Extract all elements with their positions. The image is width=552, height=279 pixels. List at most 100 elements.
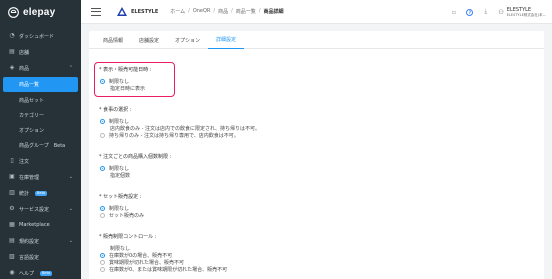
sidebar-subitem-label: 商品セット — [19, 98, 45, 104]
product-detail-card: 商品情報 店舗設定 オプション 詳細設定 * 表示・販売可能日時 : 制限なし … — [89, 31, 544, 279]
max-per-order-label: * 注文ごとの商品購入個数制限 : — [99, 154, 172, 160]
sidebar-item-orders[interactable]: ▯ 注文 — [0, 153, 81, 169]
chevron-down-icon: ⌄ — [68, 174, 73, 180]
meal-choice-option-dine-in[interactable]: 店内飲食のみ - 注文は店内での飲食に限定され、持ち帰りは不可。 — [99, 125, 260, 132]
sales-control-option-stock-zero[interactable]: 在庫数が0の場合、販売不可 — [100, 252, 227, 259]
breadcrumb-products[interactable]: 商品 — [218, 8, 228, 15]
sidebar-item-terms[interactable]: ▤ 規約設定 ⌄ — [0, 233, 81, 249]
sidebar-item-label: ダッシュボード — [19, 33, 55, 40]
sidebar-subitem-product-groups[interactable]: 商品グループ Beta — [0, 138, 81, 153]
sidebar-item-label: 商品 — [19, 65, 30, 72]
sidebar-item-products[interactable]: ◈ 商品 ⌃ — [0, 60, 81, 76]
settings-icon: ⚙ — [9, 205, 15, 212]
radio-unselected-icon — [100, 260, 105, 265]
blank-icon[interactable]: ▫ — [450, 9, 457, 16]
breadcrumb: ホーム / OneQR / 商品 / 商品一覧 / 商品詳細 — [170, 8, 283, 15]
sidebar-subitem-product-sets[interactable]: 商品セット — [0, 93, 81, 108]
document-icon: ▤ — [9, 237, 15, 244]
chevron-down-icon: ⌄ — [68, 238, 73, 244]
radio-label: 制限なし — [109, 166, 130, 172]
max-per-order-option-specified[interactable]: 指定個数 — [99, 172, 171, 179]
sidebar-item-dashboard[interactable]: ◔ ダッシュボード — [0, 28, 81, 44]
brand-logo[interactable]: elepay — [0, 0, 81, 24]
help-circle-icon[interactable]: ? — [466, 8, 474, 16]
sidebar-item-label: 在庫管理 — [19, 174, 40, 181]
radio-selected-icon — [100, 206, 105, 211]
breadcrumb-product-list[interactable]: 商品一覧 — [236, 8, 256, 15]
radio-unselected-icon — [100, 133, 105, 138]
display-period-option-unlimited[interactable]: 制限なし — [100, 78, 151, 85]
sidebar-item-label: ヘルプ — [19, 270, 35, 277]
sidebar-item-label: Marketplace — [19, 222, 50, 228]
radio-unselected-icon — [100, 213, 105, 218]
beta-badge: Beta — [53, 142, 66, 149]
sidebar-item-label: サービス設定 — [19, 206, 50, 213]
header-actions: ▫ ? ⤓ ⚇ ELESTYLE ELESTYLE株式会社(本... — [450, 0, 552, 24]
sales-control-option-stock-or-expired[interactable]: 在庫数が0、または賞味期限が切れた場合、販売不可 — [100, 266, 227, 273]
meal-choice-label: * 食事の選択 : — [99, 107, 132, 113]
sidebar-subitem-categories[interactable]: カテゴリー — [0, 108, 81, 123]
chevron-down-icon: ⌄ — [68, 206, 73, 212]
radio-selected-icon — [100, 166, 105, 171]
dashboard-icon: ◔ — [9, 32, 15, 39]
tab-store-settings[interactable]: 店舗設定 — [131, 31, 167, 49]
sidebar-item-statistics[interactable]: ▥ 統計 Beta — [0, 185, 81, 201]
tag-icon: ◈ — [9, 64, 15, 71]
beta-badge: Beta — [40, 270, 53, 276]
breadcrumb-separator: / — [231, 8, 233, 14]
breadcrumb-oneqr[interactable]: OneQR — [193, 8, 211, 15]
elestyle-logo: ELESTYLE — [117, 7, 158, 16]
sidebar-item-label: 注文 — [19, 158, 30, 165]
sales-control-option-unlimited[interactable]: 制限なし — [99, 245, 227, 252]
radio-label: 制限なし — [109, 206, 130, 212]
meal-choice-option-takeout[interactable]: 持ち帰りのみ - 注文は持ち帰り専用で、店内飲食は不可。 — [100, 132, 260, 139]
radio-selected-icon — [100, 119, 105, 124]
breadcrumb-home[interactable]: ホーム — [170, 8, 185, 15]
sidebar-subitem-product-list[interactable]: 商品一覧 — [3, 77, 78, 92]
sales-control-label: * 販売制限コントロール : — [99, 234, 157, 240]
box-icon: ▣ — [9, 173, 15, 180]
breadcrumb-separator: / — [188, 8, 190, 14]
set-sale-option-set-only[interactable]: セット販売のみ — [100, 212, 144, 219]
sales-control-option-expired[interactable]: 賞味期限が切れた場合、販売不可 — [100, 259, 227, 266]
sidebar-item-language[interactable]: ▧ 言語設定 — [0, 249, 81, 265]
breadcrumb-separator: / — [258, 8, 261, 14]
tab-detail-settings[interactable]: 詳細設定 — [208, 31, 245, 49]
sidebar-item-help[interactable]: ◉ ヘルプ Beta — [0, 265, 81, 279]
radio-label: 在庫数が0、または賞味期限が切れた場合、販売不可 — [109, 267, 228, 273]
menu-toggle-icon[interactable] — [91, 7, 101, 16]
sales-control-section: * 販売制限コントロール : 制限なし 在庫数が0の場合、販売不可 賞味期限が切… — [99, 233, 227, 273]
sidebar-subitem-options[interactable]: オプション — [0, 123, 81, 138]
sidebar-item-label: 統計 — [19, 190, 30, 197]
top-header: ELESTYLE ホーム / OneQR / 商品 / 商品一覧 / 商品詳細 … — [81, 0, 552, 24]
radio-label: 持ち帰りのみ - 注文は持ち帰り専用で、店内飲食は不可。 — [109, 133, 239, 139]
display-period-section: * 表示・販売可能日時 : 制限なし 指定日時に表示 — [99, 66, 151, 92]
user-menu[interactable]: ⚇ ELESTYLE ELESTYLE株式会社(本... — [498, 7, 552, 17]
download-icon[interactable]: ⤓ — [482, 8, 489, 16]
display-period-label: * 表示・販売可能日時 : — [99, 67, 152, 73]
main-content: 商品情報 店舗設定 オプション 詳細設定 * 表示・販売可能日時 : 制限なし … — [81, 24, 552, 279]
chart-icon: ▥ — [9, 189, 15, 196]
meal-choice-option-unlimited[interactable]: 制限なし — [100, 118, 260, 125]
sidebar-nav: ◔ ダッシュボード ▤ 店舗 ◈ 商品 ⌃ 商品一覧 商品セット カテゴリー オ… — [0, 28, 81, 279]
sidebar: elepay ◔ ダッシュボード ▤ 店舗 ◈ 商品 ⌃ 商品一覧 商品セット … — [0, 0, 81, 279]
sidebar-item-marketplace[interactable]: ▦ Marketplace — [0, 217, 81, 233]
max-per-order-option-unlimited[interactable]: 制限なし — [100, 165, 171, 172]
sidebar-subitem-label: カテゴリー — [19, 113, 45, 119]
help-icon: ◉ — [9, 269, 15, 276]
display-period-option-scheduled[interactable]: 指定日時に表示 — [99, 85, 151, 92]
sidebar-item-service-settings[interactable]: ⚙ サービス設定 ⌄ — [0, 201, 81, 217]
user-info: ELESTYLE ELESTYLE株式会社(本... — [507, 7, 546, 17]
breadcrumb-separator: / — [213, 8, 216, 14]
sidebar-item-inventory[interactable]: ▣ 在庫管理 ⌄ — [0, 169, 81, 185]
radio-selected-icon — [100, 79, 105, 84]
sidebar-item-label: 言語設定 — [19, 254, 40, 261]
set-sale-option-unlimited[interactable]: 制限なし — [100, 205, 144, 212]
radio-unselected-icon — [100, 267, 105, 272]
sidebar-item-store[interactable]: ▤ 店舗 — [0, 44, 81, 60]
tab-options[interactable]: オプション — [167, 31, 208, 49]
set-sale-section: * セット販売設定 : 制限なし セット販売のみ — [99, 193, 144, 219]
tab-product-info[interactable]: 商品情報 — [95, 31, 131, 49]
chevron-up-icon: ⌃ — [68, 65, 73, 71]
beta-badge: Beta — [35, 190, 48, 196]
